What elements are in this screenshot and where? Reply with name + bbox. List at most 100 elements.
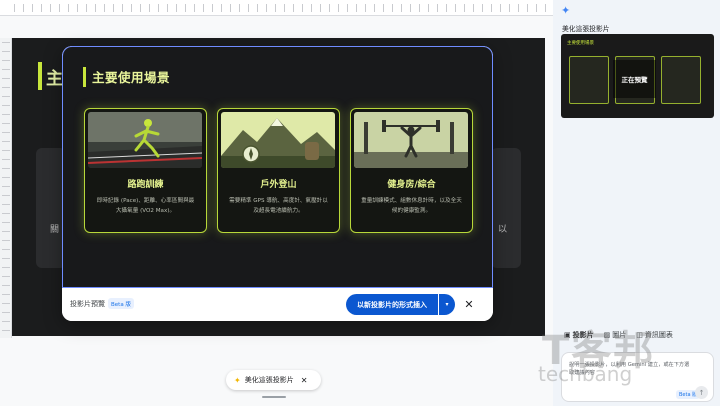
card-desc-running: 即時記錄 (Pace)、距離、心率區間與最大攝氧量 (VO2 Max)。 <box>96 198 195 214</box>
ruler-tick <box>2 231 10 232</box>
ruler-tick <box>203 4 204 12</box>
card-title-gym: 健身房/綜合 <box>387 180 436 190</box>
use-card-hiking: 戶外登山 需要精準 GPS 導航、高度計、氣壓計以及超長電池續航力。 <box>217 108 340 233</box>
thumbnail-card <box>661 56 701 104</box>
ruler-tick <box>41 4 42 12</box>
ruler-tick <box>383 4 384 12</box>
ruler-tick <box>347 4 348 12</box>
use-card-running: 路跑訓練 即時記錄 (Pace)、距離、心率區間與最大攝氧量 (VO2 Max)… <box>84 108 207 233</box>
ruler-tick <box>2 87 10 88</box>
ruler-tick <box>2 60 10 61</box>
ruler-tick <box>2 186 10 187</box>
resize-handle[interactable] <box>262 396 286 398</box>
ruler-tick <box>2 258 10 259</box>
ruler-tick <box>491 4 492 12</box>
ruler-tick <box>2 159 10 160</box>
ruler-tick <box>257 4 258 12</box>
ruler-tick <box>482 4 483 12</box>
close-icon[interactable]: ✕ <box>301 376 308 385</box>
ruler-tick <box>131 4 132 12</box>
panel-title: 美化這張投影片 <box>562 25 610 33</box>
running-image <box>88 112 202 168</box>
ruler-tick <box>2 195 10 196</box>
slide-title-accent <box>38 62 42 90</box>
ruler-tick <box>14 4 15 12</box>
ruler-tick <box>2 330 10 331</box>
ruler-tick <box>2 78 10 79</box>
close-icon[interactable]: ✕ <box>461 296 477 312</box>
ruler-tick <box>104 4 105 12</box>
watermark-subtext: techbang <box>538 362 633 386</box>
ruler-tick <box>329 4 330 12</box>
dialog-footer: 投影片預覽 Beta 版 以新投影片的形式插入 ▾ ✕ <box>62 288 493 321</box>
ruler-tick <box>158 4 159 12</box>
slide-card-right <box>491 148 521 268</box>
ruler-tick <box>410 4 411 12</box>
ruler-tick <box>446 4 447 12</box>
ruler-tick <box>437 4 438 12</box>
ruler-tick <box>2 96 10 97</box>
ruler-tick <box>2 267 10 268</box>
chevron-down-icon[interactable]: ▾ <box>439 294 455 315</box>
ruler-tick <box>2 312 10 313</box>
card-desc-hiking: 需要精準 GPS 導航、高度計、氣壓計以及超長電池續航力。 <box>229 198 328 214</box>
thumbnail-card <box>569 56 609 104</box>
ruler-tick <box>95 4 96 12</box>
ruler-tick <box>113 4 114 12</box>
ruler-tick <box>2 204 10 205</box>
ruler-tick <box>464 4 465 12</box>
ruler-tick <box>2 51 10 52</box>
ruler-tick <box>545 4 546 12</box>
card-title-hiking: 戶外登山 <box>260 180 297 190</box>
ruler-tick <box>338 4 339 12</box>
ruler-tick <box>221 4 222 12</box>
slide-preview-label: 投影片預覽 <box>70 300 105 308</box>
ruler-tick <box>518 4 519 12</box>
ruler-tick <box>2 177 10 178</box>
ruler-tick <box>275 4 276 12</box>
ruler-tick <box>32 4 33 12</box>
insert-as-new-slide-button[interactable]: 以新投影片的形式插入 <box>346 294 438 315</box>
ruler-tick <box>392 4 393 12</box>
preview-slide: 主要使用場景 路跑訓練 即時記錄 (Pace)、距離、心率區間與最大攝氧量 (V… <box>62 46 493 288</box>
ruler-tick <box>239 4 240 12</box>
ruler-tick <box>2 222 10 223</box>
ruler-tick <box>527 4 528 12</box>
ruler-tick <box>2 69 10 70</box>
ruler-tick <box>302 4 303 12</box>
preview-heading-accent <box>83 67 86 87</box>
ruler-tick <box>311 4 312 12</box>
slide-side-text-left: 關 <box>50 225 60 235</box>
editor-canvas: 主 關 以 主要使用場景 路跑訓練 即時記錄 (Pace)、距離、心率區間與最大… <box>0 0 553 406</box>
ruler-tick <box>2 123 10 124</box>
ruler-tick <box>167 4 168 12</box>
ruler-tick <box>122 4 123 12</box>
ruler-tick <box>2 168 10 169</box>
ruler-tick <box>185 4 186 12</box>
slide-thumbnail[interactable]: 主要使用場景 正在預覽 <box>561 34 714 118</box>
slide-side-text-right: 以 <box>497 225 507 235</box>
beautify-slide-chip-label: 美化這張投影片 <box>244 376 294 384</box>
ruler-tick <box>2 276 10 277</box>
horizontal-ruler <box>0 0 553 16</box>
ruler-tick <box>320 4 321 12</box>
slide-preview-dialog: 主要使用場景 路跑訓練 即時記錄 (Pace)、距離、心率區間與最大攝氧量 (V… <box>62 46 493 321</box>
card-title-running: 路跑訓練 <box>127 180 164 190</box>
beautify-slide-chip[interactable]: ✦ 美化這張投影片 ✕ <box>226 370 321 390</box>
ruler-tick <box>365 4 366 12</box>
ruler-tick <box>356 4 357 12</box>
ruler-tick <box>176 4 177 12</box>
ruler-tick <box>2 141 10 142</box>
ruler-tick <box>248 4 249 12</box>
ruler-tick <box>50 4 51 12</box>
ruler-tick <box>59 4 60 12</box>
ruler-tick <box>473 4 474 12</box>
ruler-tick <box>194 4 195 12</box>
send-icon[interactable]: ↑ <box>695 386 708 399</box>
card-desc-gym: 重量訓練模式、組數休息計時，以及全天候的健康監測。 <box>361 198 462 214</box>
ruler-tick <box>2 105 10 106</box>
ruler-tick <box>86 4 87 12</box>
ruler-tick <box>2 42 10 43</box>
ruler-tick <box>293 4 294 12</box>
ruler-tick <box>2 249 10 250</box>
